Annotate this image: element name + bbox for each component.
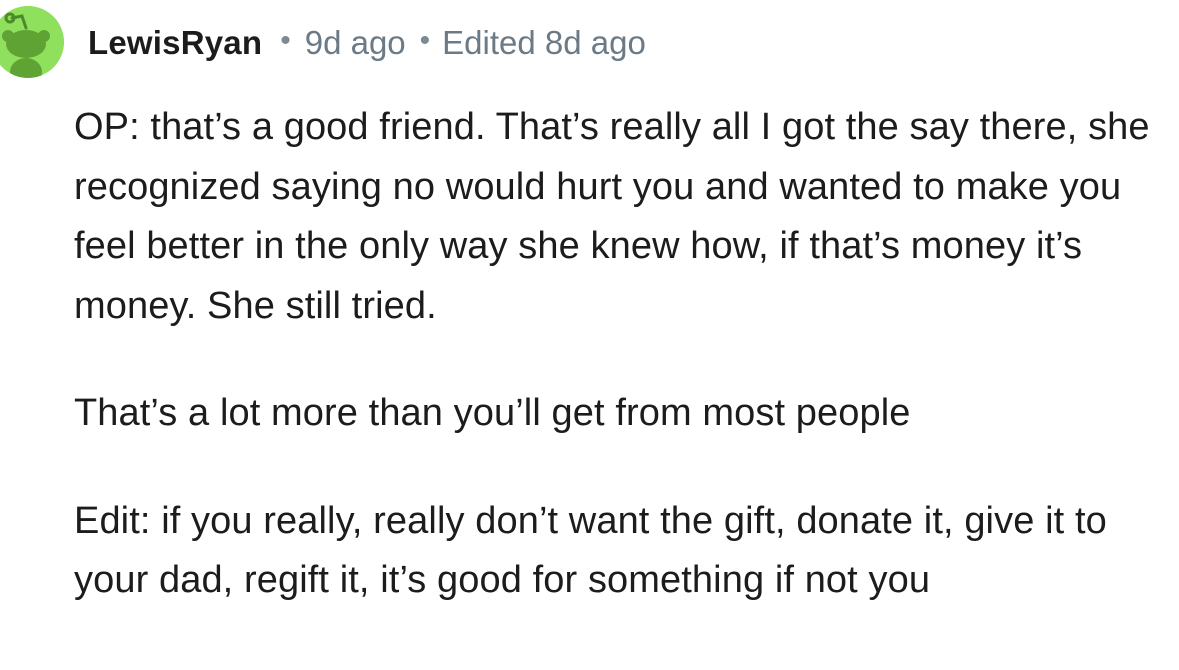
comment-paragraph: That’s a lot more than you’ll get from m…	[74, 392, 911, 434]
reddit-snoo-avatar-icon	[0, 6, 64, 78]
comment-body: OP: that’s a good friend. That’s really …	[74, 98, 1174, 611]
comment: LewisRyan • 9d ago • Edited 8d ago OP: t…	[0, 0, 1179, 670]
user-avatar[interactable]	[0, 6, 64, 78]
comment-header: LewisRyan • 9d ago • Edited 8d ago	[88, 18, 646, 68]
edited-label: Edited 8d ago	[442, 24, 646, 61]
timestamp: 9d ago	[304, 24, 406, 61]
comment-paragraph: Edit: if you really, really don’t want t…	[74, 499, 1107, 602]
meta-separator: •	[280, 24, 291, 57]
comment-paragraph: OP: that’s a good friend. That’s really …	[74, 106, 1150, 327]
username[interactable]: LewisRyan	[88, 24, 262, 62]
meta-separator: •	[419, 24, 431, 57]
